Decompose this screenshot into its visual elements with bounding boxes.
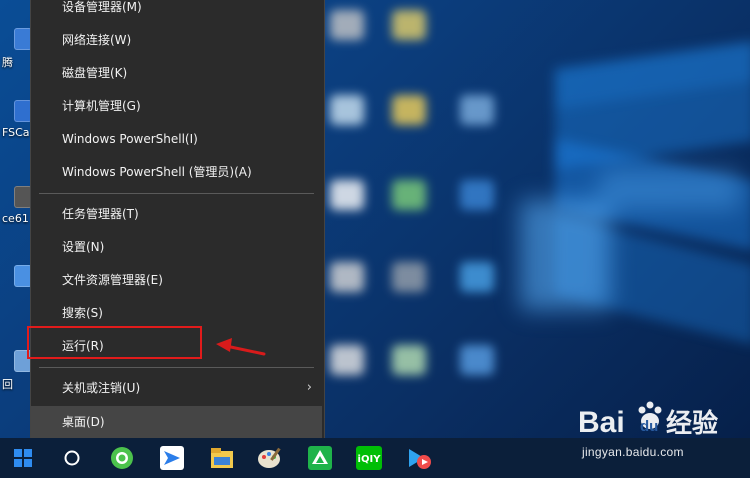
messenger-icon[interactable] (149, 438, 195, 478)
menu-item-disk-management[interactable]: 磁盘管理(K) (31, 58, 322, 88)
browser-icon[interactable] (99, 438, 145, 478)
video-player-icon[interactable] (396, 438, 442, 478)
file-explorer-icon[interactable] (199, 438, 245, 478)
windows-start-icon[interactable] (0, 438, 46, 478)
watermark-brand-cn: 经验 (666, 408, 718, 439)
cortana-search-icon[interactable] (49, 438, 95, 478)
watermark-brand-latin: Bai (578, 406, 625, 439)
desktop-icon[interactable]: ce61 (0, 186, 34, 242)
menu-item-powershell[interactable]: Windows PowerShell(I) (31, 124, 322, 154)
menu-item-search[interactable]: 搜索(S) (31, 298, 322, 328)
desktop-icon[interactable]: 腾 (0, 28, 34, 84)
menu-item-task-manager[interactable]: 任务管理器(T) (31, 199, 322, 229)
desktop-icon[interactable]: FSCa (0, 100, 34, 156)
svg-text:iQIY: iQIY (358, 454, 382, 465)
menu-item-shutdown-signout[interactable]: 关机或注销(U) › (31, 373, 322, 403)
highlight-annotation-box (27, 326, 202, 359)
winx-context-menu: 设备管理器(M) 网络连接(W) 磁盘管理(K) 计算机管理(G) Window… (30, 0, 325, 438)
menu-item-computer-management[interactable]: 计算机管理(G) (31, 91, 322, 121)
menu-item-file-explorer[interactable]: 文件资源管理器(E) (31, 265, 322, 295)
menu-item-settings[interactable]: 设置(N) (31, 232, 322, 262)
watermark-brand-du: du (640, 418, 658, 435)
menu-item-powershell-admin[interactable]: Windows PowerShell (管理员)(A) (31, 157, 322, 187)
annotation-arrow-icon (216, 338, 266, 356)
watermark-url: jingyan.baidu.com (582, 445, 684, 459)
menu-separator (39, 367, 314, 368)
iqiyi-icon[interactable]: iQIY (346, 438, 392, 478)
menu-item-desktop[interactable]: 桌面(D) (31, 406, 322, 438)
desktop-icon[interactable] (0, 265, 34, 321)
green-app-icon[interactable] (297, 438, 343, 478)
menu-item-device-manager[interactable]: 设备管理器(M) (31, 0, 322, 22)
menu-separator (39, 193, 314, 194)
chevron-right-icon: › (306, 380, 312, 395)
menu-item-network-connections[interactable]: 网络连接(W) (31, 25, 322, 55)
paint-icon[interactable] (247, 438, 293, 478)
